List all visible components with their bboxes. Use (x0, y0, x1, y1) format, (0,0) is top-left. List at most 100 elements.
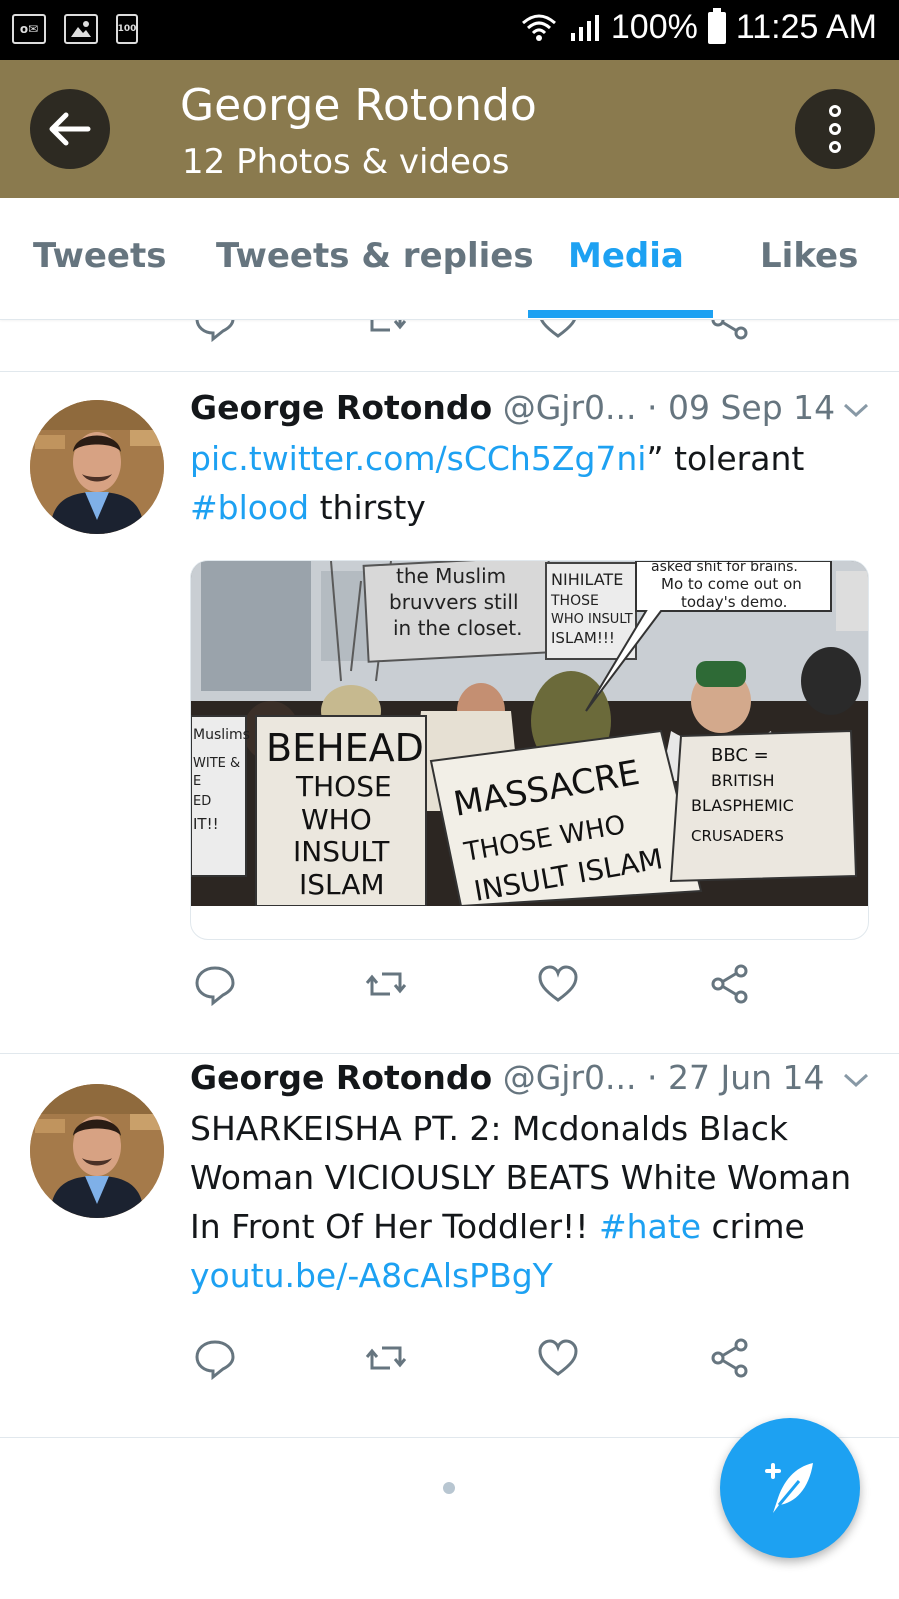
svg-text:INSULT: INSULT (293, 835, 390, 868)
author-handle[interactable]: @Gjr0... (503, 1058, 637, 1097)
avatar[interactable] (30, 1084, 164, 1218)
gallery-icon (64, 14, 98, 44)
svg-text:BLASPHEMIC: BLASPHEMIC (691, 796, 794, 815)
share-icon (711, 1338, 748, 1378)
svg-text:bruvvers still: bruvvers still (389, 590, 519, 614)
tab-tweets-replies[interactable]: Tweets & replies (216, 236, 534, 276)
page-subtitle: 12 Photos & videos (182, 142, 510, 182)
system-status: 100% 11:25 AM (519, 7, 877, 47)
tweet-text-part: crime (701, 1207, 805, 1246)
svg-text:NIHILATE: NIHILATE (551, 570, 623, 589)
tweet-link[interactable]: pic.twitter.com/sCCh5Zg7ni (190, 439, 646, 478)
tweet-date: · 27 Jun 14 (647, 1058, 825, 1097)
retweet-icon (365, 1346, 407, 1370)
chevron-down-icon (843, 403, 869, 418)
svg-text:Mo to come out on: Mo to come out on (661, 575, 802, 593)
arrow-left-icon (49, 112, 91, 146)
svg-text:BBC =: BBC = (711, 745, 769, 766)
heart-icon (538, 1339, 578, 1376)
retweet-icon (365, 972, 407, 996)
hashtag-link[interactable]: #hate (599, 1207, 701, 1246)
retweet-button[interactable] (364, 1336, 408, 1380)
tweet-card[interactable]: George Rotondo @Gjr0... · 09 Sep 14 pic.… (0, 372, 899, 1054)
svg-text:in the closet.: in the closet. (393, 616, 522, 640)
like-button[interactable] (536, 962, 580, 1006)
retweet-button[interactable] (364, 320, 408, 342)
tab-tweets[interactable]: Tweets (33, 236, 166, 276)
svg-text:today's demo.: today's demo. (681, 593, 787, 611)
tweet-menu-button[interactable] (841, 400, 871, 424)
tab-likes[interactable]: Likes (760, 236, 858, 276)
tweet-actions (0, 1336, 899, 1386)
dot-icon (829, 123, 841, 135)
profile-header: George Rotondo 12 Photos & videos (0, 60, 899, 198)
reply-icon (195, 966, 235, 1007)
page-indicator (443, 1482, 455, 1494)
avatar[interactable] (30, 400, 164, 534)
battery-icon (707, 7, 726, 44)
svg-text:IT!!: IT!! (193, 815, 219, 833)
previous-tweet-actions (0, 320, 899, 372)
svg-text:BEHEAD: BEHEAD (266, 726, 424, 770)
reply-button[interactable] (193, 962, 237, 1007)
share-button[interactable] (708, 962, 752, 1006)
reply-button[interactable] (193, 320, 237, 343)
profile-tabs: Tweets Tweets & replies Media Likes (0, 198, 899, 320)
svg-text:ISLAM!!!: ISLAM!!! (551, 629, 615, 647)
dot-icon (829, 141, 841, 153)
svg-text:CRUSADERS: CRUSADERS (691, 827, 784, 845)
dot-icon (829, 105, 841, 117)
svg-text:BRITISH: BRITISH (711, 771, 775, 790)
battery-saver-icon: 100 (116, 14, 138, 44)
svg-text:WITE &: WITE & (193, 756, 240, 771)
svg-text:the Muslim: the Muslim (396, 564, 506, 588)
protest-photo: the Muslim bruvvers still in the closet.… (191, 561, 868, 906)
chevron-down-icon (843, 1073, 869, 1088)
tweet-text: pic.twitter.com/sCCh5Zg7ni” tolerant #bl… (190, 434, 870, 532)
author-handle[interactable]: @Gjr0... (503, 388, 637, 427)
share-icon (711, 320, 748, 340)
compose-tweet-button[interactable] (720, 1418, 860, 1558)
svg-text:asked shit for brains.: asked shit for brains. (651, 561, 798, 575)
svg-text:WHO: WHO (301, 803, 372, 836)
reply-icon (195, 1340, 235, 1381)
tweet-menu-button[interactable] (841, 1070, 871, 1094)
svg-text:ED: ED (193, 794, 211, 809)
tweet-header: George Rotondo @Gjr0... · 27 Jun 14 (190, 1058, 825, 1097)
svg-text:Muslims: Muslims (193, 727, 250, 743)
tweet-actions (0, 962, 899, 1012)
outlook-icon: o✉ (12, 14, 46, 44)
tweet-media[interactable]: the Muslim bruvvers still in the closet.… (190, 560, 869, 940)
share-button[interactable] (708, 320, 752, 342)
share-icon (711, 964, 748, 1004)
retweet-button[interactable] (364, 962, 408, 1006)
hashtag-link[interactable]: #blood (190, 488, 309, 527)
author-name[interactable]: George Rotondo (190, 1058, 492, 1097)
heart-icon (540, 320, 576, 338)
tweet-header: George Rotondo @Gjr0... · 09 Sep 14 (190, 388, 835, 427)
tweet-text-part: thirsty (309, 488, 426, 527)
like-button[interactable] (536, 1336, 580, 1380)
overflow-menu-button[interactable] (795, 89, 875, 169)
wifi-icon (521, 14, 556, 41)
svg-text:ISLAM: ISLAM (299, 868, 385, 901)
svg-text:WHO INSULT: WHO INSULT (551, 612, 633, 627)
active-tab-indicator (528, 310, 713, 318)
page-title: George Rotondo (180, 80, 537, 131)
tweet-link[interactable]: youtu.be/-A8cAlsPBgY (190, 1256, 553, 1295)
heart-icon (538, 965, 578, 1002)
tweet-card[interactable]: George Rotondo @Gjr0... · 27 Jun 14 SHAR… (0, 1054, 899, 1438)
compose-quill-icon (765, 1463, 813, 1513)
like-button[interactable] (536, 320, 580, 342)
author-name[interactable]: George Rotondo (190, 388, 492, 427)
retweet-icon (370, 320, 407, 332)
tweet-text-part: ” tolerant (646, 439, 805, 478)
tab-media[interactable]: Media (568, 236, 684, 276)
share-button[interactable] (708, 1336, 752, 1380)
signal-icon (570, 14, 599, 41)
back-button[interactable] (30, 89, 110, 169)
tweet-date: · 09 Sep 14 (647, 388, 836, 427)
svg-text:THOSE: THOSE (295, 770, 392, 803)
reply-button[interactable] (193, 1336, 237, 1381)
svg-text:THOSE: THOSE (550, 593, 599, 609)
